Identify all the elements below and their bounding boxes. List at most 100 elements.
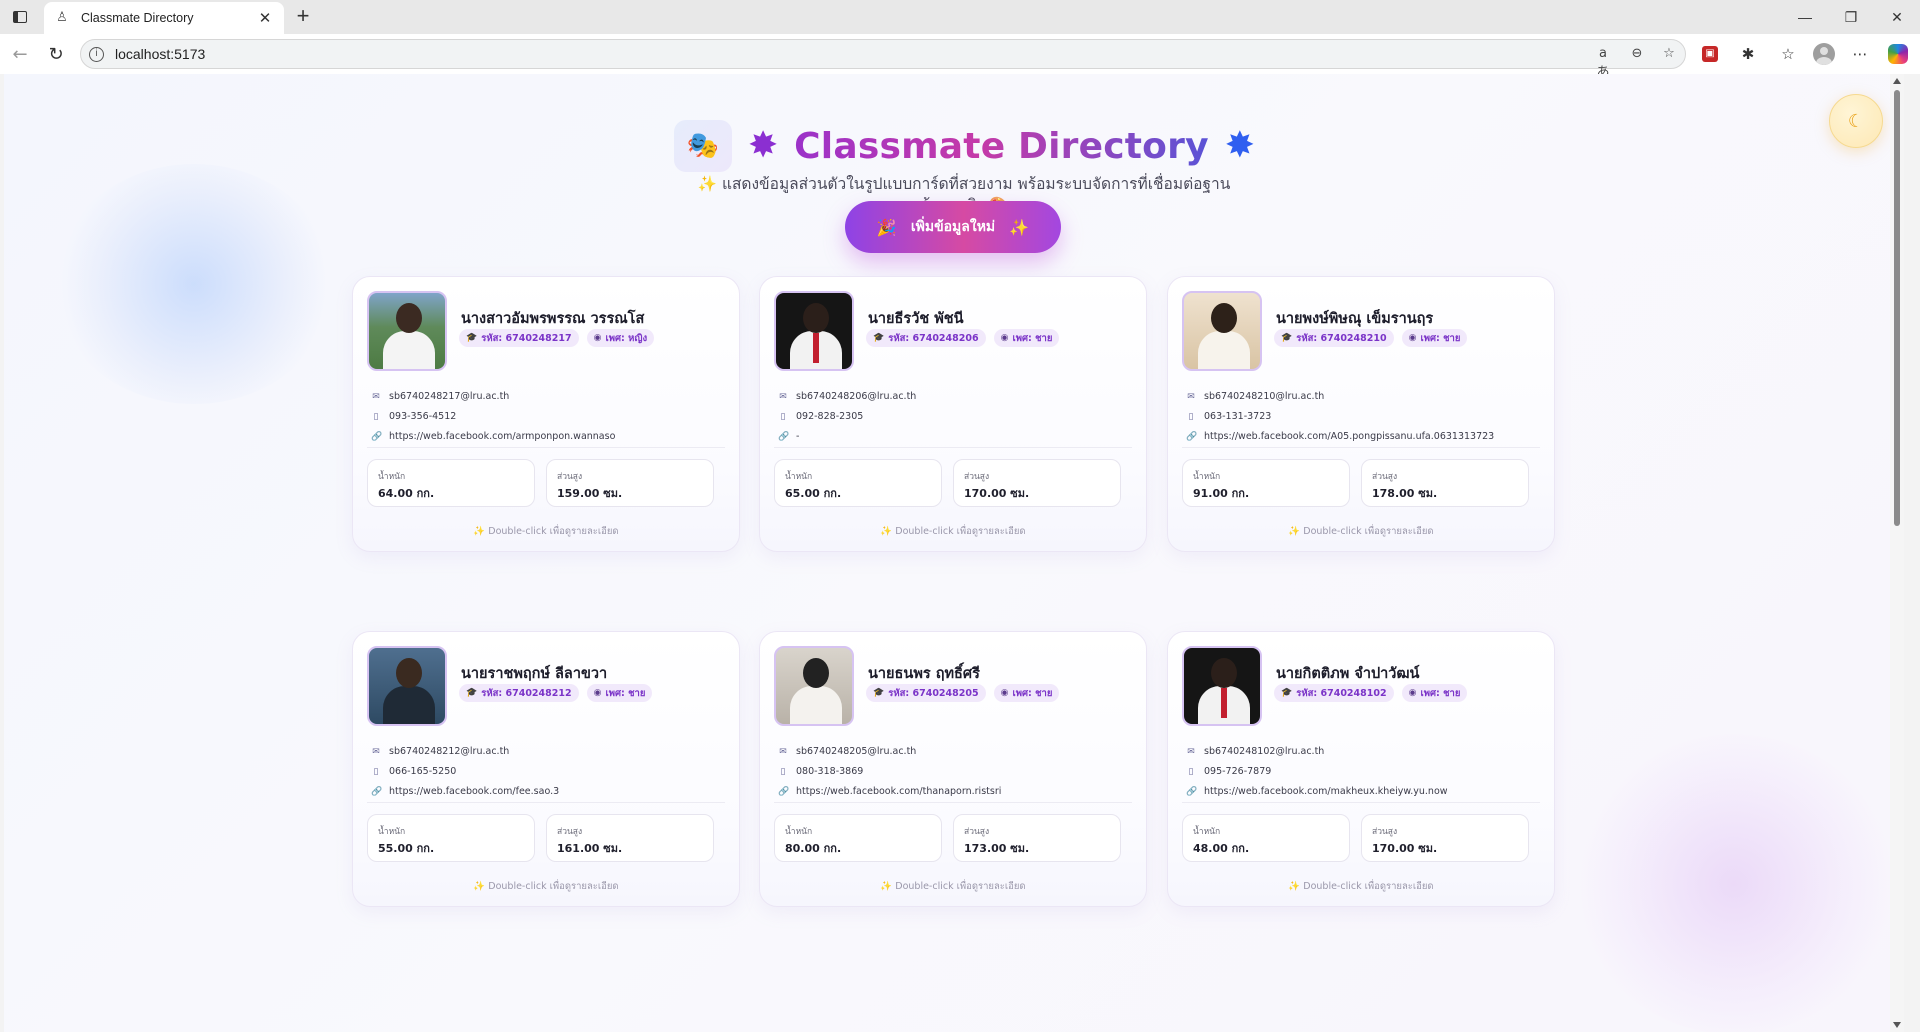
card-divider	[774, 802, 1132, 803]
graduation-cap-icon: 🎓	[1281, 688, 1293, 698]
facebook-link[interactable]: https://web.facebook.com/makheux.kheiyw.…	[1204, 786, 1448, 797]
height-label: ส่วนสูง	[557, 827, 583, 837]
page-scrollbar[interactable]	[1890, 74, 1904, 1032]
restore-icon[interactable]: ❐	[1828, 0, 1874, 34]
email-icon: ✉	[779, 746, 787, 757]
student-name: นายธนพร ฤทธิ์ศรี	[868, 666, 980, 682]
link-icon: 🔗	[1186, 431, 1198, 442]
zoom-out-icon[interactable]: ⊖	[1627, 46, 1647, 64]
height-box: ส่วนสูง 170.00 ซม.	[1361, 814, 1529, 862]
student-id-text: รหัส: 6740248217	[481, 332, 572, 344]
facebook-link[interactable]: https://web.facebook.com/A05.pongpissanu…	[1204, 431, 1494, 442]
student-id-badge: 🎓 รหัส: 6740248102	[1274, 684, 1394, 702]
browser-toolbar: ← ↻ i localhost:5173 aあ ⊖ ☆ ▣ ✱ ☆ ⋯	[0, 34, 1920, 80]
student-badges: 🎓 รหัส: 6740248102 ◉ เพศ: ชาย	[1274, 684, 1468, 702]
email-text: sb6740248205@lru.ac.th	[796, 746, 917, 757]
facebook-link[interactable]: https://web.facebook.com/thanaporn.rists…	[796, 786, 1001, 797]
sparkle-icon: ✨	[473, 881, 486, 892]
weight-label: น้ำหนัก	[378, 827, 406, 837]
phone-icon: ▯	[373, 411, 379, 422]
facebook-link[interactable]: https://web.facebook.com/armponpon.wanna…	[389, 431, 615, 442]
weight-box: น้ำหนัก 65.00 กก.	[774, 459, 942, 507]
sparkle-icon: ✨	[1288, 881, 1301, 892]
splat-purple-icon: ✸	[748, 125, 779, 166]
gender-text: เพศ: ชาย	[1012, 687, 1053, 699]
student-card[interactable]: นายกิตติภพ จำปาวัฒน์ 🎓 รหัส: 6740248102 …	[1167, 631, 1555, 907]
gender-badge: ◉ เพศ: หญิง	[586, 329, 655, 347]
minimize-icon[interactable]: —	[1782, 0, 1828, 34]
card-divider	[367, 802, 725, 803]
read-aloud-icon[interactable]: aあ	[1593, 46, 1613, 80]
email-icon: ✉	[1187, 391, 1195, 402]
graduation-cap-icon: 🎓	[873, 333, 885, 343]
address-bar[interactable]: i localhost:5173 aあ ⊖ ☆	[80, 39, 1686, 80]
height-label: ส่วนสูง	[964, 472, 990, 482]
reload-icon[interactable]: ↻	[42, 40, 70, 68]
student-card[interactable]: นางสาวอัมพรพรรณ วรรณโส 🎓 รหัส: 674024821…	[352, 276, 740, 552]
facebook-link[interactable]: -	[796, 431, 799, 442]
scroll-down-icon[interactable]	[1893, 1022, 1901, 1028]
student-id-text: รหัส: 6740248102	[1296, 687, 1387, 699]
student-card[interactable]: นายราชพฤกษ์ ลีลาขวา 🎓 รหัส: 6740248212 ◉…	[352, 631, 740, 907]
phone-text: 063-131-3723	[1204, 411, 1272, 422]
facebook-line: 🔗 https://web.facebook.com/armponpon.wan…	[371, 431, 615, 442]
add-new-button[interactable]: 🎉 เพิ่มข้อมูลใหม่ ✨	[845, 201, 1061, 253]
student-name: นายธีรวัช พัชนี	[868, 311, 964, 327]
student-card[interactable]: นายพงษ์พิษณุ เข็มรานฤร 🎓 รหัส: 674024821…	[1167, 276, 1555, 552]
facebook-link[interactable]: https://web.facebook.com/fee.sao.3	[389, 786, 559, 797]
browser-tab-bar: ♙ Classmate Directory ✕ + — ❐ ✕	[0, 0, 1920, 34]
double-click-hint: ✨ Double-click เพื่อดูรายละเอียด	[1168, 879, 1554, 894]
card-divider	[1182, 802, 1540, 803]
weight-value: 55.00 กก.	[378, 842, 435, 855]
scroll-up-icon[interactable]	[1893, 78, 1901, 84]
gender-icon: ◉	[593, 333, 602, 343]
email-text: sb6740248210@lru.ac.th	[1204, 391, 1325, 402]
gender-text: เพศ: ชาย	[1420, 687, 1461, 699]
url-text[interactable]: localhost:5173	[115, 46, 205, 62]
student-id-text: รหัส: 6740248212	[481, 687, 572, 699]
hint-text: Double-click เพื่อดูรายละเอียด	[488, 526, 619, 537]
window-close-icon[interactable]: ✕	[1874, 0, 1920, 34]
browser-tab[interactable]: ♙ Classmate Directory ✕	[44, 2, 284, 34]
student-id-badge: 🎓 รหัส: 6740248205	[866, 684, 986, 702]
new-tab-button[interactable]: +	[290, 4, 316, 30]
site-info-icon[interactable]: i	[89, 47, 104, 62]
photo-body-shape	[383, 331, 435, 369]
theme-toggle-moon-icon[interactable]: ☾	[1829, 94, 1883, 148]
student-photo	[774, 646, 854, 726]
party-popper-icon: 🎉	[876, 217, 897, 237]
link-icon: 🔗	[1186, 786, 1198, 797]
back-icon[interactable]: ←	[6, 40, 34, 68]
tab-favicon-icon: ♙	[56, 10, 68, 25]
weight-value: 80.00 กก.	[785, 842, 842, 855]
height-value: 170.00 ซม.	[964, 487, 1030, 500]
sparkle-icon: ✨	[1009, 217, 1030, 237]
tab-actions-icon[interactable]	[8, 5, 32, 29]
extensions-puzzle-icon[interactable]: ✱	[1736, 42, 1760, 66]
weight-box: น้ำหนัก 64.00 กก.	[367, 459, 535, 507]
background-blob-purple	[1574, 734, 1894, 1032]
email-text: sb6740248217@lru.ac.th	[389, 391, 510, 402]
gender-icon: ◉	[1000, 333, 1009, 343]
phone-text: 093-356-4512	[389, 411, 457, 422]
weight-box: น้ำหนัก 80.00 กก.	[774, 814, 942, 862]
hint-text: Double-click เพื่อดูรายละเอียด	[895, 526, 1026, 537]
weight-label: น้ำหนัก	[785, 827, 813, 837]
height-value: 173.00 ซม.	[964, 842, 1030, 855]
gender-text: เพศ: หญิง	[605, 332, 648, 344]
extension-red-icon[interactable]: ▣	[1698, 42, 1722, 66]
profile-avatar[interactable]	[1812, 42, 1836, 66]
more-options-icon[interactable]: ⋯	[1848, 42, 1872, 66]
email-icon: ✉	[372, 391, 380, 402]
student-card[interactable]: นายธีรวัช พัชนี 🎓 รหัส: 6740248206 ◉ เพศ…	[759, 276, 1147, 552]
scrollbar-thumb[interactable]	[1894, 90, 1900, 526]
email-text: sb6740248212@lru.ac.th	[389, 746, 510, 757]
student-card[interactable]: นายธนพร ฤทธิ์ศรี 🎓 รหัส: 6740248205 ◉ เพ…	[759, 631, 1147, 907]
height-box: ส่วนสูง 161.00 ซม.	[546, 814, 714, 862]
tab-close-icon[interactable]: ✕	[256, 9, 274, 27]
student-name: นายพงษ์พิษณุ เข็มรานฤร	[1276, 311, 1434, 327]
favorites-icon[interactable]: ☆	[1776, 42, 1800, 66]
copilot-icon[interactable]	[1886, 42, 1910, 66]
favorite-star-icon[interactable]: ☆	[1659, 46, 1679, 64]
weight-label: น้ำหนัก	[1193, 472, 1221, 482]
